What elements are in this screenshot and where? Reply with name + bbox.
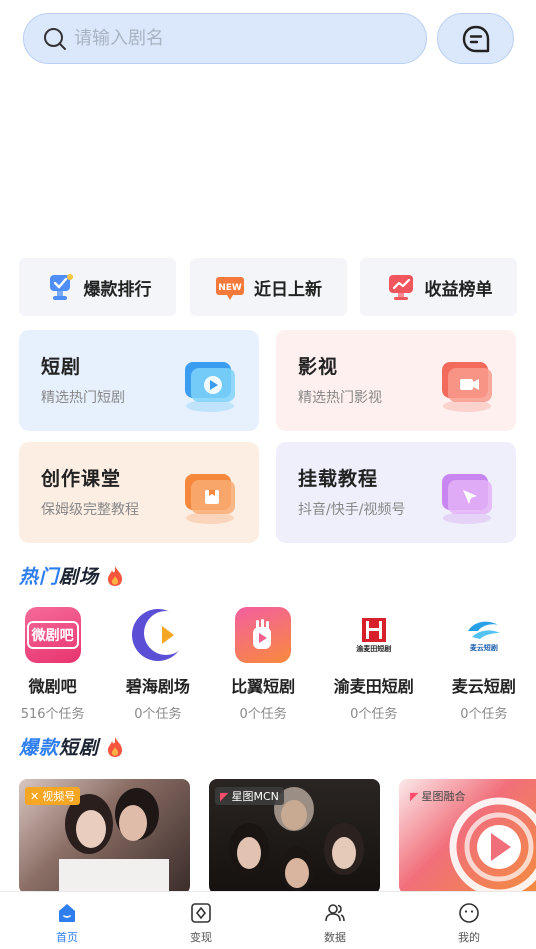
theater-item-bihai[interactable]: 碧海剧场 0个任务	[105, 607, 210, 722]
yumaitian-logo: 渝麦田短剧	[345, 607, 402, 663]
theater-name: 碧海剧场	[125, 677, 190, 696]
hot-theater-heading: 热门 剧场	[19, 562, 125, 589]
new-badge-icon: NEW	[214, 271, 246, 303]
search-bar[interactable]	[23, 13, 427, 64]
camera-video-icon	[442, 362, 492, 412]
theater-item-yumaitian[interactable]: 渝麦田短剧 渝麦田短剧 0个任务	[316, 607, 432, 722]
theater-task-count: 516个任务	[20, 707, 85, 722]
theater-name: 渝麦田短剧	[333, 677, 414, 696]
biyi-logo	[235, 607, 292, 663]
xingtu-icon: ◤	[220, 789, 229, 803]
heading-highlight: 热门	[19, 566, 60, 588]
course-book-icon	[185, 474, 235, 524]
quick-button-label: 近日上新	[254, 279, 322, 300]
creation-class-card[interactable]: 创作课堂 保姆级完整教程	[19, 442, 259, 543]
cursor-arrow-icon	[442, 474, 492, 524]
search-icon	[44, 27, 66, 50]
logo-text: 微剧吧	[26, 621, 79, 649]
fire-icon	[108, 736, 123, 757]
search-input[interactable]	[74, 28, 394, 49]
theater-item-weijuba[interactable]: 微剧吧 微剧吧 516个任务	[0, 607, 105, 722]
fire-icon	[108, 565, 123, 586]
poster-tag: ◤ 星图MCN	[215, 787, 284, 805]
nav-label: 变现	[190, 931, 212, 944]
new-releases-button[interactable]: NEW 近日上新	[189, 258, 347, 316]
heading-highlight: 爆款	[19, 737, 60, 759]
profile-face-icon	[459, 903, 479, 923]
xingtu-icon: ◤	[410, 789, 419, 803]
theater-name: 麦云短剧	[451, 677, 516, 696]
bottom-nav: 首页 变现 数据 我的	[0, 891, 536, 949]
nav-data[interactable]: 数据	[268, 892, 402, 949]
drama-poster[interactable]: ◤ 星图MCN	[209, 779, 380, 894]
theater-item-maiyun[interactable]: 麦云短剧 麦云短剧 0个任务	[432, 607, 536, 722]
logo-text: 麦云短剧	[469, 644, 498, 652]
bihai-logo	[130, 607, 186, 663]
theater-task-count: 0个任务	[239, 707, 287, 722]
theater-list: 微剧吧 微剧吧 516个任务 碧海剧场 0个任务 比翼短剧 0个任务 渝麦田短剧…	[0, 607, 536, 722]
mount-tutorial-card[interactable]: 挂载教程 抖音/快手/视频号	[276, 442, 516, 543]
quick-button-label: 爆款排行	[83, 279, 152, 300]
theater-task-count: 0个任务	[460, 707, 508, 722]
quick-button-label: 收益榜单	[424, 279, 493, 300]
nav-label: 首页	[56, 931, 78, 944]
theater-name: 微剧吧	[28, 677, 77, 696]
drama-poster[interactable]: ◤ 星图融合	[399, 779, 536, 894]
poster-tag-label: 视频号	[42, 790, 76, 803]
poster-tag-label: 星图MCN	[231, 790, 279, 803]
theater-name: 比翼短剧	[231, 677, 296, 696]
nav-label: 我的	[458, 931, 480, 944]
trophy-icon	[44, 271, 76, 303]
svg-text:NEW: NEW	[218, 283, 242, 293]
theater-task-count: 0个任务	[350, 707, 398, 722]
poster-tag: ✕ 视频号	[25, 787, 81, 805]
maiyun-logo: 麦云短剧	[455, 607, 512, 663]
film-tv-card[interactable]: 影视 精选热门影视	[276, 330, 516, 431]
chart-rise-icon	[385, 271, 417, 303]
earnings-ranking-button[interactable]: 收益榜单	[360, 258, 517, 316]
chat-message-icon	[462, 25, 489, 52]
heading-rest: 短剧	[59, 737, 100, 759]
play-video-icon	[185, 362, 235, 412]
home-icon	[59, 904, 75, 922]
quick-actions-row: 爆款排行 NEW 近日上新 收益榜单	[19, 258, 517, 316]
channels-icon: ✕	[30, 789, 40, 803]
weijuba-logo: 微剧吧	[24, 607, 81, 663]
nav-label: 数据	[324, 931, 346, 944]
heading-rest: 剧场	[59, 566, 100, 588]
users-icon	[325, 904, 345, 922]
monetize-icon	[191, 903, 211, 923]
drama-poster[interactable]: ✕ 视频号	[19, 779, 190, 894]
theater-item-biyi[interactable]: 比翼短剧 0个任务	[210, 607, 315, 722]
nav-mine[interactable]: 我的	[402, 892, 536, 949]
message-button[interactable]	[437, 13, 514, 64]
theater-task-count: 0个任务	[134, 707, 182, 722]
nav-home[interactable]: 首页	[0, 892, 134, 949]
hot-ranking-button[interactable]: 爆款排行	[19, 258, 176, 316]
nav-monetize[interactable]: 变现	[134, 892, 268, 949]
logo-text: 渝麦田短剧	[356, 645, 392, 653]
hot-drama-heading: 爆款 短剧	[19, 733, 125, 760]
poster-tag: ◤ 星图融合	[405, 787, 470, 805]
poster-tag-label: 星图融合	[421, 790, 466, 803]
short-drama-card[interactable]: 短剧 精选热门短剧	[19, 330, 259, 431]
